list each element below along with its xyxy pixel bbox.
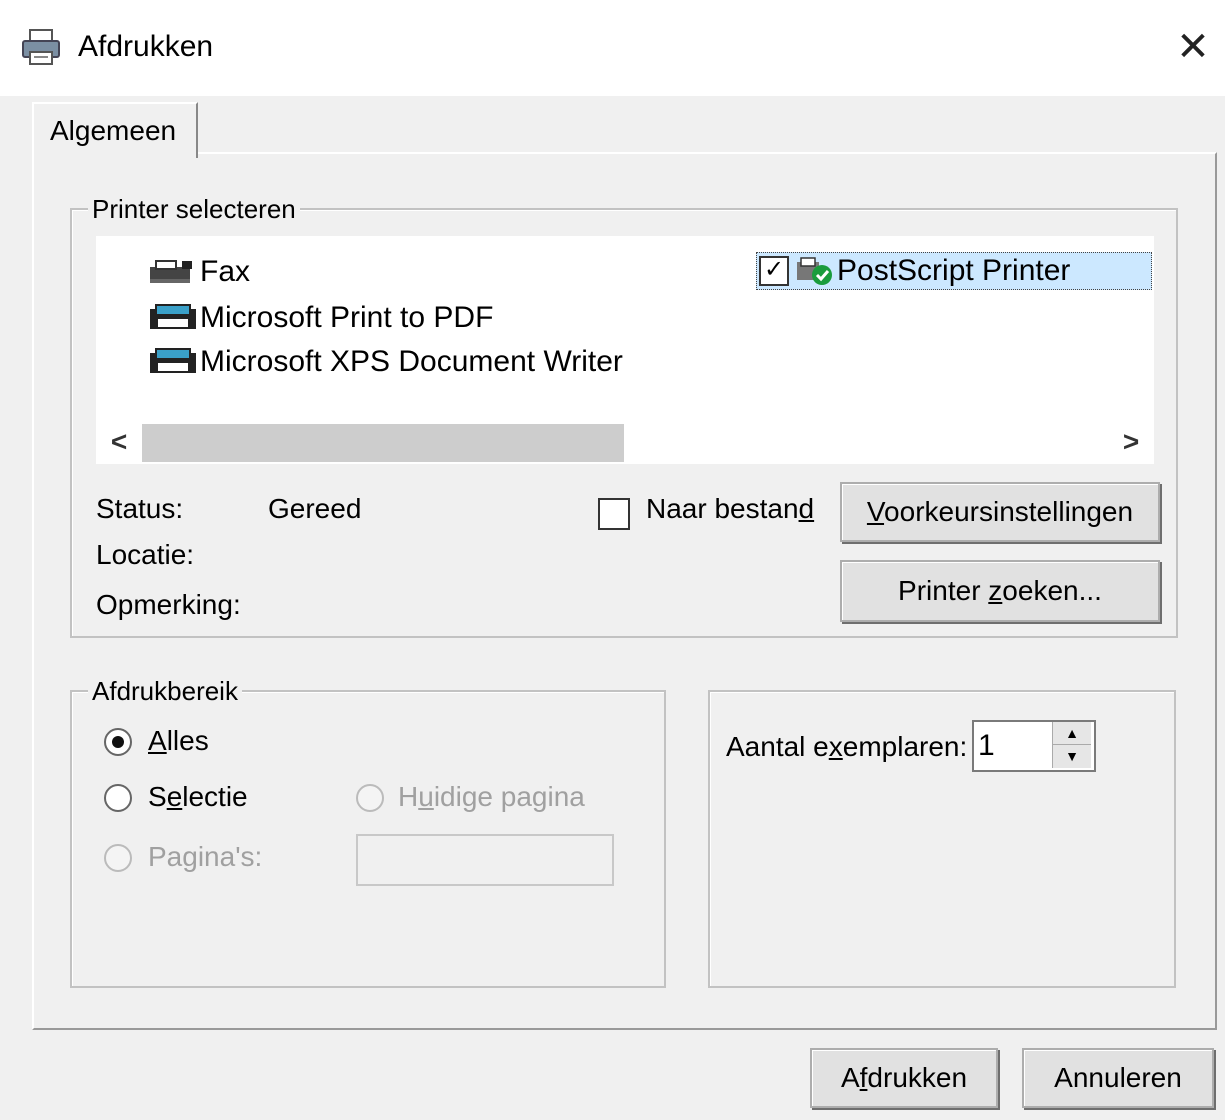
tab-general[interactable]: Algemeen bbox=[32, 102, 198, 158]
printer-icon bbox=[20, 28, 62, 66]
printer-icon bbox=[148, 347, 198, 377]
location-label: Locatie: bbox=[96, 539, 195, 570]
printer-icon bbox=[148, 303, 198, 333]
spin-up-icon[interactable]: ▲ bbox=[1053, 722, 1091, 745]
printer-item-pdf[interactable]: Microsoft Print to PDF bbox=[148, 298, 493, 338]
find-printer-button[interactable]: Printer zoeken... bbox=[840, 560, 1160, 622]
printer-item-label: Microsoft Print to PDF bbox=[200, 301, 494, 334]
close-icon[interactable]: ✕ bbox=[1168, 22, 1218, 72]
radio-selection[interactable] bbox=[104, 784, 132, 812]
default-printer-icon bbox=[795, 256, 835, 286]
scroll-left-icon[interactable]: < bbox=[104, 422, 134, 462]
printer-item-label: Microsoft XPS Document Writer bbox=[200, 345, 623, 378]
scroll-thumb[interactable] bbox=[142, 424, 624, 462]
comment-label: Opmerking: bbox=[96, 589, 241, 620]
cancel-button[interactable]: Annuleren bbox=[1022, 1048, 1214, 1108]
status-value: Gereed bbox=[268, 493, 362, 524]
printer-item-postscript[interactable]: ✓ PostScript Printer bbox=[756, 252, 1152, 290]
radio-selection-label[interactable]: Selectie bbox=[148, 780, 248, 814]
print-to-file-label[interactable]: Naar bestand bbox=[646, 492, 814, 526]
radio-pages-label[interactable]: Pagina's: bbox=[148, 840, 262, 874]
print-to-file-checkbox[interactable] bbox=[598, 498, 630, 530]
pages-input[interactable] bbox=[356, 834, 614, 886]
spin-down-icon[interactable]: ▼ bbox=[1053, 745, 1091, 768]
copies-value: 1 bbox=[978, 729, 995, 762]
title-bar: Afdrukken ✕ bbox=[0, 0, 1225, 96]
fax-printer-icon bbox=[148, 257, 198, 287]
printer-checkbox[interactable]: ✓ bbox=[759, 256, 789, 286]
radio-current-page[interactable] bbox=[356, 784, 384, 812]
printer-select-legend: Printer selecteren bbox=[88, 194, 300, 224]
radio-pages[interactable] bbox=[104, 844, 132, 872]
radio-all[interactable] bbox=[104, 728, 132, 756]
printer-item-fax[interactable]: Fax bbox=[148, 252, 250, 292]
printer-item-label: Fax bbox=[200, 255, 251, 288]
radio-current-page-label[interactable]: Huidige pagina bbox=[398, 780, 585, 814]
printer-item-xps[interactable]: Microsoft XPS Document Writer bbox=[148, 342, 623, 382]
copies-spinner[interactable]: ▲ ▼ bbox=[1052, 722, 1091, 768]
horizontal-scrollbar[interactable]: < > bbox=[96, 420, 1154, 464]
print-button[interactable]: Afdrukken bbox=[810, 1048, 998, 1108]
status-label: Status: bbox=[96, 493, 184, 524]
scroll-right-icon[interactable]: > bbox=[1116, 422, 1146, 462]
radio-all-label[interactable]: Alles bbox=[148, 724, 209, 758]
copies-label: Aantal exemplaren: bbox=[726, 731, 968, 762]
printer-item-label: PostScript Printer bbox=[837, 254, 1071, 287]
preferences-button[interactable]: Voorkeursinstellingen bbox=[840, 482, 1160, 542]
window-title: Afdrukken bbox=[78, 30, 214, 63]
print-range-legend: Afdrukbereik bbox=[88, 676, 242, 706]
